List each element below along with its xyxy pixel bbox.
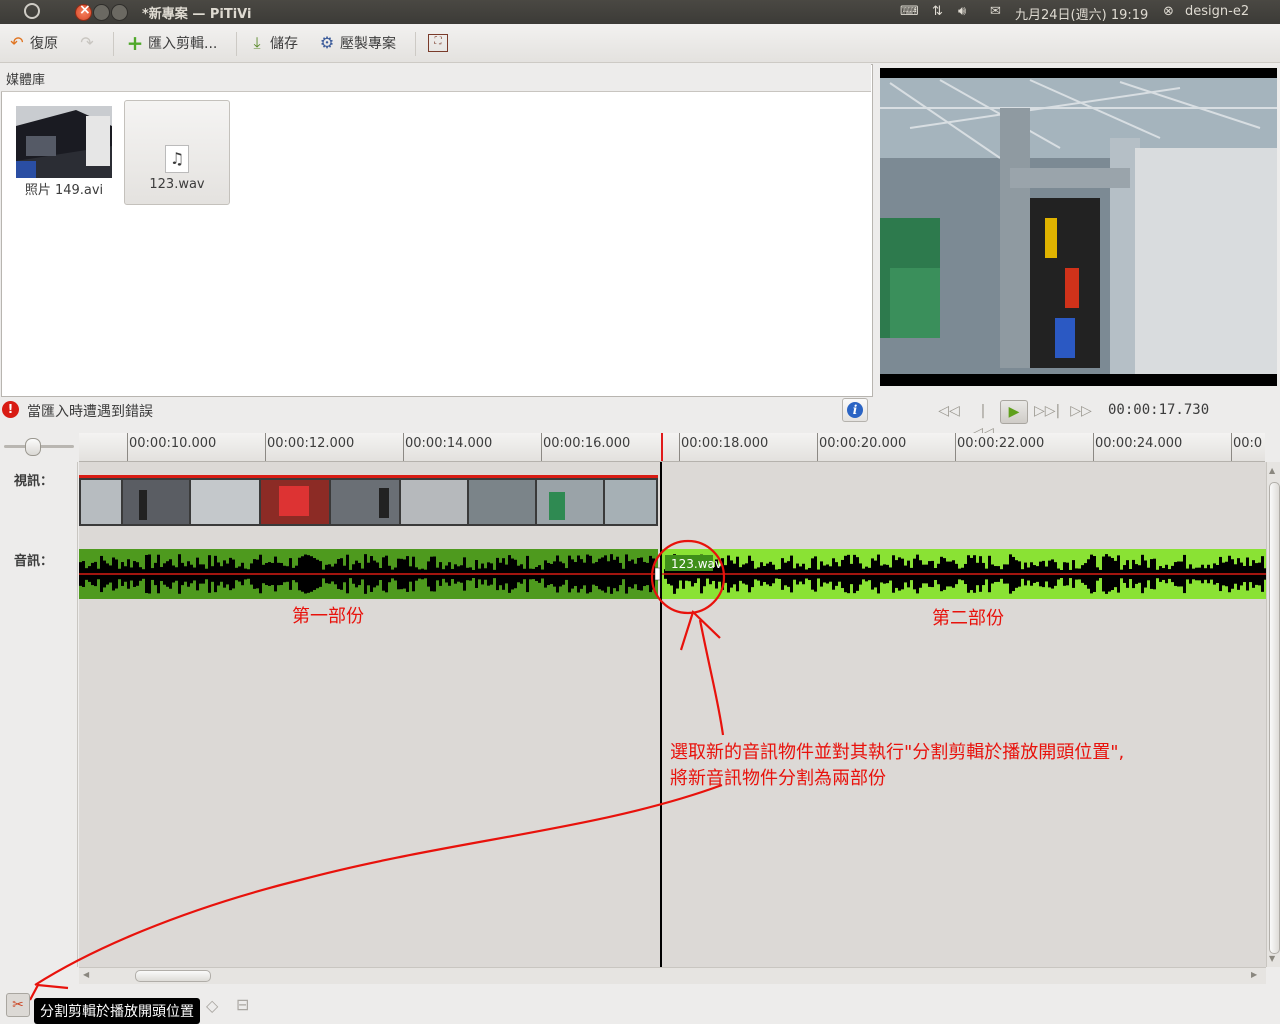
video-viewer (880, 68, 1277, 386)
fast-forward-icon: ▷▷ (1070, 403, 1092, 419)
ruler-tick: 00:00:10.000 (127, 433, 216, 461)
media-item-label: 照片 149.avi (24, 183, 104, 198)
ruler-tick: 00:00:22.000 (955, 433, 1044, 461)
fullscreen-button[interactable]: ⛶ (428, 33, 448, 53)
clip-trim-handle (654, 567, 661, 581)
volume-icon[interactable]: 🔊︎ (958, 4, 966, 19)
timeline-ruler[interactable]: 00:00:10.000 00:00:12.000 00:00:14.000 0… (79, 433, 1265, 462)
window-title: *新專案 — PiTiVi (142, 7, 252, 22)
toolbar: ↶ 復原 ↷ + 匯入剪輯... ⤓ 儲存 ⚙ 壓製專案 ⛶ (0, 24, 1280, 63)
render-gear-icon: ⚙ (319, 33, 335, 52)
render-button[interactable]: ⚙ 壓製專案 (318, 33, 396, 53)
rewind-icon: ◁◁ (938, 403, 960, 419)
ruler-tick: 00:00:18.000 (679, 433, 768, 461)
media-library-title: 媒體庫 (6, 73, 46, 88)
plus-icon: + (126, 31, 144, 55)
timeline-horizontal-scrollbar[interactable]: ◀ ▶ (79, 967, 1266, 984)
import-button[interactable]: + 匯入剪輯... (126, 31, 218, 55)
redo-icon: ↷ (80, 33, 94, 52)
top-panel: *新專案 — PiTiVi ⌨ ⇅ 🔊︎ ✉ 九月24日(週六) 19:19 ⊗… (0, 0, 1280, 24)
annotation-note-line2: 將新音訊物件分割為兩部份 (670, 768, 886, 789)
ruler-tick: 00:00:20.000 (817, 433, 906, 461)
save-button[interactable]: ⤓ 儲存 (248, 33, 298, 53)
scissors-icon: ✂ (12, 997, 24, 1013)
maximize-window-button[interactable] (111, 4, 128, 21)
info-button[interactable]: i (842, 398, 868, 422)
timecode-display: 00:00:17.730 (1108, 402, 1210, 418)
ruler-tick: 00:00:24.000 (1093, 433, 1182, 461)
keyframe-icon[interactable]: ◇ (206, 996, 218, 1015)
track-labels: 視訊： 音訊： (0, 462, 78, 967)
session-icon[interactable]: ⊗ (1163, 4, 1174, 19)
ruler-tick: 00:00:14.000 (403, 433, 492, 461)
video-clip-thumbnails (81, 480, 656, 524)
annotation-part2: 第二部份 (932, 608, 1004, 629)
timeline-vertical-scrollbar[interactable]: ▲ ▼ (1266, 462, 1280, 967)
save-icon: ⤓ (253, 33, 261, 52)
timeline-drawing: 123.wav (79, 462, 1266, 967)
keyboard-icon[interactable]: ⌨ (900, 4, 919, 19)
error-message: 當匯入時遭遇到錯誤 (27, 404, 153, 420)
toolbar-separator (113, 32, 114, 56)
annotation-note-line1: 選取新的音訊物件並對其執行"分割剪輯於播放開頭位置", (670, 742, 1125, 763)
split-tooltip: 分割剪輯於播放開頭位置 (34, 998, 200, 1024)
render-label: 壓製專案 (340, 36, 396, 52)
ruler-tick: 00:00:16.000 (541, 433, 630, 461)
video-track-label: 視訊： (14, 474, 54, 489)
audio-track-label: 音訊： (14, 554, 54, 569)
import-label: 匯入剪輯... (148, 36, 218, 52)
horizontal-scroll-thumb[interactable] (135, 970, 211, 982)
audio-file-icon: ♫ (165, 145, 189, 173)
fullscreen-icon: ⛶ (428, 34, 448, 52)
network-icon[interactable]: ⇅ (932, 4, 943, 19)
go-to-end-button[interactable]: ▷▷| (1034, 400, 1060, 422)
save-label: 儲存 (270, 36, 298, 52)
info-icon: i (847, 402, 863, 418)
clip-name-label: 123.wav (671, 557, 722, 571)
toolbar-separator (415, 32, 416, 56)
user-name[interactable]: design-e2 (1185, 4, 1249, 19)
ruler-tick: 00:00:12.000 (265, 433, 354, 461)
clock[interactable]: 九月24日(週六) 19:19 (1015, 4, 1148, 23)
viewer-frame (880, 68, 1277, 386)
error-icon: ! (2, 401, 19, 418)
split-button[interactable]: ✂ (6, 993, 30, 1017)
timeline-area[interactable]: 123.wav (79, 462, 1266, 967)
zoom-slider-handle[interactable] (25, 438, 41, 456)
go-to-start-button[interactable]: |◁◁ (970, 400, 996, 441)
media-item-video[interactable]: 照片 149.avi (12, 102, 116, 202)
scroll-right-arrow-icon[interactable]: ▶ (1251, 970, 1257, 979)
media-item-label: 123.wav (149, 177, 205, 192)
media-item-audio[interactable]: ♫ 123.wav (124, 100, 230, 205)
video-thumbnail (16, 106, 112, 178)
undo-button[interactable]: ↶ 復原 (8, 33, 58, 53)
align-icon[interactable]: ⊟ (236, 995, 249, 1014)
play-button[interactable]: ▶ (1000, 400, 1028, 424)
redo-button[interactable]: ↷ (78, 33, 96, 53)
video-clip-selection-bar (79, 475, 658, 478)
media-library-header: 媒體庫 (1, 64, 871, 92)
mail-icon[interactable]: ✉ (990, 4, 1001, 19)
undo-label: 復原 (30, 36, 58, 52)
undo-icon: ↶ (10, 33, 24, 52)
play-icon: ▶ (1008, 404, 1020, 420)
vertical-scroll-thumb[interactable] (1269, 482, 1280, 954)
error-bar: ! 當匯入時遭遇到錯誤 i (0, 396, 871, 424)
toolbar-separator (236, 32, 237, 56)
minimize-window-button[interactable] (93, 4, 110, 21)
scroll-up-arrow-icon[interactable]: ▲ (1269, 466, 1275, 475)
ruler-playhead-marker (661, 433, 663, 461)
annotation-part1: 第一部份 (292, 606, 364, 627)
rewind-button[interactable]: ◁◁ (936, 400, 962, 422)
skip-end-icon: ▷▷| (1034, 403, 1061, 419)
scroll-left-arrow-icon[interactable]: ◀ (83, 970, 89, 979)
fast-forward-button[interactable]: ▷▷ (1068, 400, 1094, 422)
scroll-down-arrow-icon[interactable]: ▼ (1269, 954, 1275, 963)
ubuntu-logo-icon[interactable] (24, 3, 40, 19)
ruler-tick: 00:0 (1231, 433, 1262, 461)
close-window-button[interactable] (75, 2, 92, 21)
